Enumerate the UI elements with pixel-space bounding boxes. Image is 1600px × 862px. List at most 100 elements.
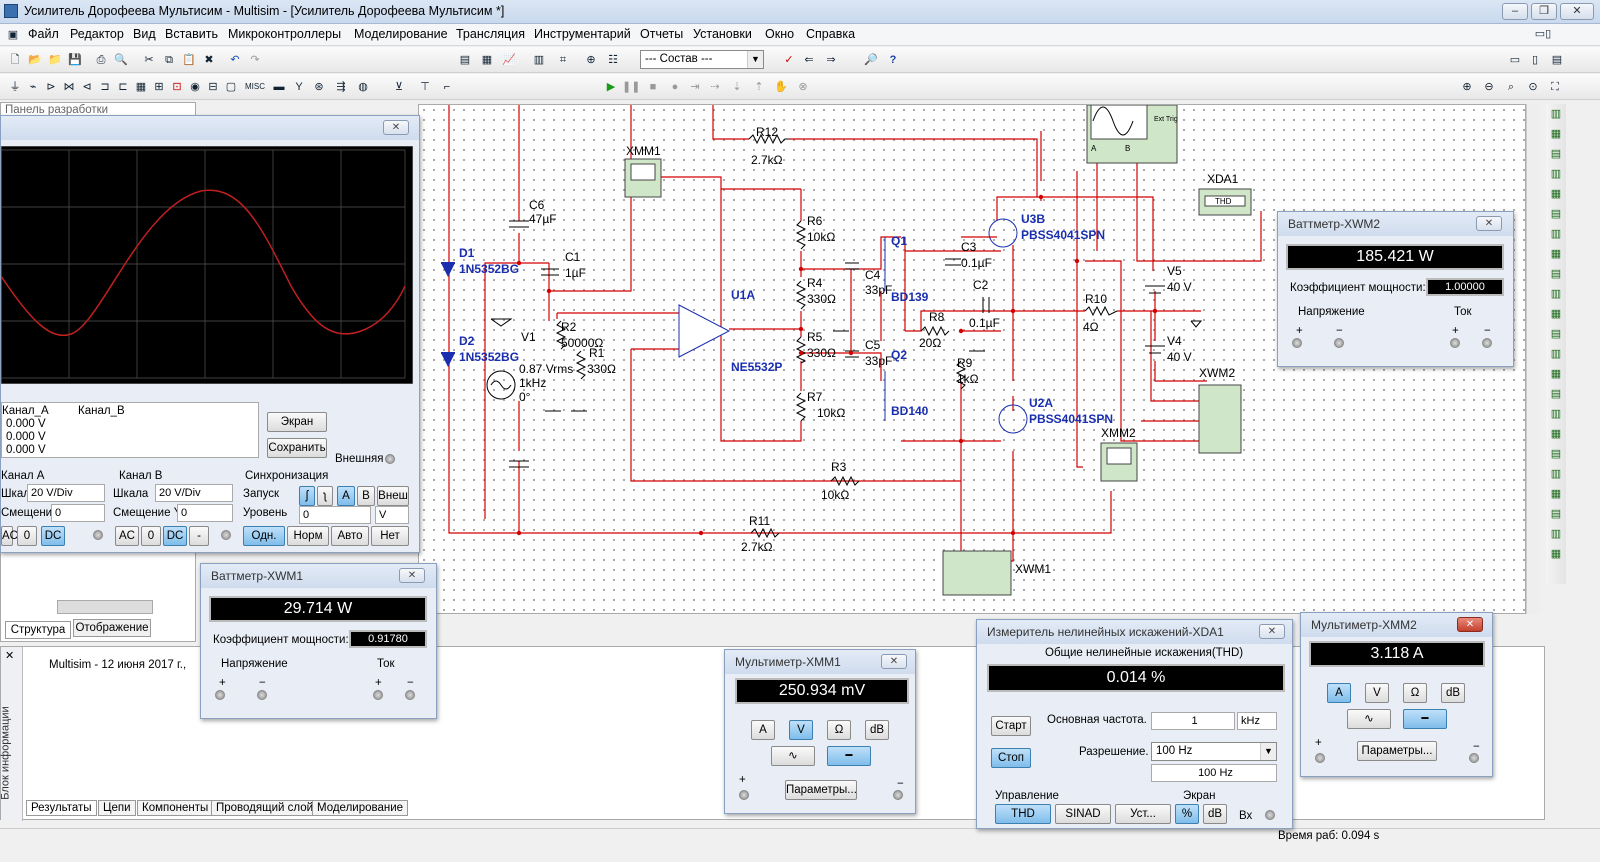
- close-icon[interactable]: ✕: [399, 568, 425, 583]
- tab-results[interactable]: Результаты: [26, 800, 97, 816]
- mm2-db-button[interactable]: dB: [1441, 683, 1465, 703]
- tab-structure[interactable]: Структура: [5, 621, 71, 639]
- mm1-ohm-button[interactable]: Ω: [827, 720, 851, 740]
- print-icon[interactable]: ⎙: [92, 51, 110, 69]
- hierarchy-icon[interactable]: ⊻: [390, 78, 408, 96]
- transistor-icon[interactable]: ⋈: [60, 78, 78, 96]
- mode-normal-button[interactable]: Норм: [287, 526, 329, 546]
- menu-view[interactable]: Вид: [133, 27, 156, 41]
- mcu2-icon[interactable]: ◍: [354, 78, 372, 96]
- wm1-pin-i-minus[interactable]: [405, 690, 415, 700]
- menu-options[interactable]: Установки: [693, 27, 752, 41]
- chan-b-offset[interactable]: 0: [177, 504, 233, 522]
- probe-dot-icon[interactable]: ●: [666, 78, 684, 96]
- wm2-pin-v-plus[interactable]: [1292, 338, 1302, 348]
- xda-settings-button[interactable]: Уст...: [1115, 804, 1171, 824]
- cut-icon[interactable]: ✂: [140, 51, 158, 69]
- misc-label-icon[interactable]: MISC: [244, 78, 266, 96]
- layout-icon[interactable]: ▤: [1548, 51, 1566, 69]
- components-icon[interactable]: ⊕: [582, 51, 600, 69]
- close-icon[interactable]: ✕: [881, 654, 907, 669]
- xda-stop-button[interactable]: Стоп: [991, 748, 1031, 768]
- diode-icon[interactable]: ⊳: [42, 78, 60, 96]
- close-icon[interactable]: ✕: [1560, 3, 1594, 20]
- zoom-in-icon[interactable]: ⊕: [1458, 78, 1476, 96]
- mode-single-button[interactable]: Одн.: [243, 526, 285, 546]
- tab-nets[interactable]: Цепи: [98, 800, 136, 816]
- close-icon[interactable]: ✕: [1457, 617, 1483, 632]
- mm2-ac-icon[interactable]: ∿: [1347, 709, 1391, 729]
- tab-components[interactable]: Компоненты: [137, 800, 214, 816]
- chan-a-ac-button[interactable]: AC: [1, 526, 18, 546]
- scope-save-button[interactable]: Сохранить: [267, 438, 327, 458]
- menu-simulate[interactable]: Моделирование: [354, 27, 448, 41]
- mixed-icon[interactable]: ⊡: [168, 78, 186, 96]
- zoom-area-icon[interactable]: ⌕: [1502, 78, 1520, 96]
- menu-reports[interactable]: Отчеты: [640, 27, 683, 41]
- back-annotate-icon[interactable]: ⇐: [800, 51, 818, 69]
- undo-icon[interactable]: ↶: [226, 51, 244, 69]
- falling-edge-icon[interactable]: ʅ: [317, 486, 333, 506]
- help-icon[interactable]: ?: [884, 51, 902, 69]
- power-icon[interactable]: ⊟: [204, 78, 222, 96]
- xda-db-button[interactable]: dB: [1203, 804, 1227, 824]
- paste-icon[interactable]: 📋: [180, 51, 198, 69]
- find-examples-icon[interactable]: 🔎: [862, 51, 880, 69]
- wm2-pin-i-plus[interactable]: [1450, 338, 1460, 348]
- basic-icon[interactable]: ⌁: [24, 78, 42, 96]
- restore-icon[interactable]: ❐: [1531, 3, 1557, 20]
- mm2-v-button[interactable]: V: [1365, 683, 1389, 703]
- menu-window[interactable]: Окно: [765, 27, 794, 41]
- zoom-fit-icon[interactable]: ⊙: [1524, 78, 1542, 96]
- wm1-pin-i-plus[interactable]: [373, 690, 383, 700]
- advanced-icon[interactable]: ▬: [270, 78, 288, 96]
- xda-percent-button[interactable]: %: [1175, 804, 1199, 824]
- xda-res-select[interactable]: 100 Hz ▼: [1151, 742, 1277, 761]
- tab-display[interactable]: Отображение: [73, 619, 151, 637]
- mm1-pin-minus[interactable]: [893, 790, 903, 800]
- tab-copper[interactable]: Проводящий слой: [211, 800, 319, 816]
- mm2-params-button[interactable]: Параметры...: [1357, 741, 1437, 761]
- menu-file[interactable]: Файл: [28, 27, 59, 41]
- electro-icon[interactable]: ⊛: [310, 78, 328, 96]
- view-icon[interactable]: ▭: [1506, 51, 1524, 69]
- save-icon[interactable]: 💾: [66, 51, 84, 69]
- minimize-icon[interactable]: –: [1502, 3, 1528, 20]
- print-preview-icon[interactable]: 🔍: [112, 51, 130, 69]
- erc-icon[interactable]: ✓: [780, 51, 798, 69]
- rf-icon[interactable]: Y: [290, 78, 308, 96]
- chan-a-zero-button[interactable]: 0: [17, 526, 37, 546]
- mm2-ohm-button[interactable]: Ω: [1403, 683, 1427, 703]
- in-use-list[interactable]: --- Состав --- ▼: [640, 50, 764, 69]
- bus-icon[interactable]: ⊤: [416, 78, 434, 96]
- mm1-params-button[interactable]: Параметры...: [785, 780, 857, 800]
- copy-icon[interactable]: ⧉: [160, 51, 178, 69]
- menu-tools[interactable]: Инструментарий: [534, 27, 631, 41]
- step-into-icon[interactable]: ⇣: [728, 78, 746, 96]
- postprocessor-icon[interactable]: ▥: [530, 51, 548, 69]
- canvas-vscroll[interactable]: [1526, 104, 1540, 614]
- xda-in-pin[interactable]: [1265, 810, 1275, 820]
- close-icon[interactable]: ✕: [383, 120, 409, 135]
- mm2-dc-icon[interactable]: ━: [1403, 709, 1447, 729]
- sync-unit[interactable]: V: [375, 506, 409, 524]
- menu-microcontrollers[interactable]: Микроконтроллеры: [228, 27, 341, 41]
- mode-auto-button[interactable]: Авто: [331, 526, 369, 546]
- mm1-a-button[interactable]: A: [751, 720, 775, 740]
- mm1-db-button[interactable]: dB: [865, 720, 889, 740]
- mm2-pin-minus[interactable]: [1469, 753, 1479, 763]
- run-icon[interactable]: ▶: [602, 78, 620, 96]
- step-over-icon[interactable]: ⇢: [706, 78, 724, 96]
- chan-a-offset[interactable]: 0: [51, 504, 105, 522]
- ttl-icon[interactable]: ⊐: [96, 78, 114, 96]
- zoom-out-icon[interactable]: ⊖: [1480, 78, 1498, 96]
- misc-icon[interactable]: ▢: [222, 78, 240, 96]
- sync-ext-button[interactable]: Внеш: [377, 486, 409, 506]
- xda-freq-unit[interactable]: kHz: [1237, 712, 1277, 730]
- menu-edit[interactable]: Редактор: [70, 27, 124, 41]
- sheet-icon[interactable]: ▭▯: [1528, 25, 1558, 43]
- mm1-pin-plus[interactable]: [739, 790, 749, 800]
- chan-a-scale[interactable]: 20 V/Div: [27, 484, 105, 502]
- sync-a-button[interactable]: A: [337, 486, 355, 506]
- rising-edge-icon[interactable]: ʃ: [299, 486, 315, 506]
